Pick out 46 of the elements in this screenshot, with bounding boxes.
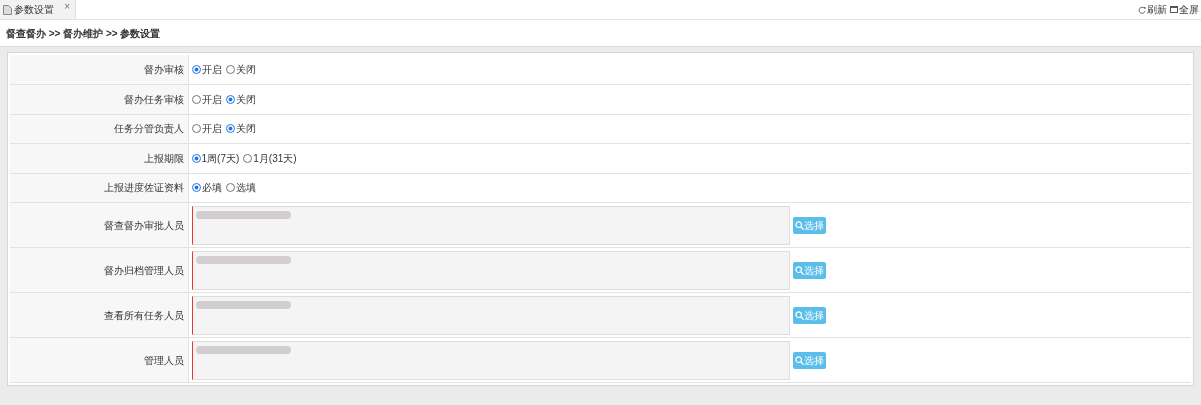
refresh-button[interactable]: 刷新 xyxy=(1138,2,1167,17)
field-label: 督办审核 xyxy=(143,64,184,75)
radio-button[interactable] xyxy=(191,65,201,74)
field-label: 督办任务审核 xyxy=(123,93,184,105)
tab[interactable]: 参数设置 × xyxy=(0,0,76,19)
radio-button[interactable] xyxy=(225,94,235,104)
radio-button[interactable] xyxy=(225,65,235,74)
radio-option[interactable]: 开启 xyxy=(191,62,222,77)
search-icon xyxy=(794,355,804,365)
radio-button[interactable] xyxy=(225,183,235,193)
field-label: 任务分管负责人 xyxy=(113,123,184,135)
fullscreen-button[interactable]: 全屏 xyxy=(1170,2,1199,17)
document-icon xyxy=(3,4,12,15)
field-label: 查看所有任务人员 xyxy=(103,309,184,321)
close-button[interactable]: × xyxy=(64,0,70,14)
text-area[interactable] xyxy=(191,250,790,290)
field-label: 督办归档管理人员 xyxy=(103,264,184,276)
window-icon xyxy=(1170,6,1178,13)
radio-button[interactable] xyxy=(191,124,201,134)
radio-option[interactable]: 1周(7天) xyxy=(191,150,240,166)
radio-button[interactable] xyxy=(191,153,201,163)
radio-option[interactable]: 关闭 xyxy=(225,62,256,77)
radio-button[interactable] xyxy=(225,124,235,134)
radio-button[interactable] xyxy=(243,153,253,163)
text-area[interactable] xyxy=(191,205,790,245)
search-icon xyxy=(794,265,804,275)
radio-option[interactable]: 关闭 xyxy=(225,121,256,137)
field-label: 督查督办审批人员 xyxy=(103,219,184,231)
text-area[interactable] xyxy=(191,295,790,335)
field-label: 管理人员 xyxy=(143,354,184,366)
field-label: 上报期限 xyxy=(143,152,184,164)
tab-title: 参数设置 xyxy=(14,3,54,17)
text-area[interactable] xyxy=(191,340,790,380)
radio-option[interactable]: 必填 xyxy=(191,180,222,196)
radio-option[interactable]: 选填 xyxy=(225,180,256,196)
radio-option[interactable]: 1月(31天) xyxy=(243,150,297,166)
search-icon xyxy=(794,220,804,230)
radio-option[interactable]: 开启 xyxy=(191,91,222,107)
refresh-icon xyxy=(1138,5,1146,14)
radio-option[interactable]: 开启 xyxy=(191,121,222,137)
radio-button[interactable] xyxy=(191,94,201,104)
field-label: 上报进度佐证资料 xyxy=(103,182,184,194)
search-icon xyxy=(794,310,804,320)
radio-option[interactable]: 关闭 xyxy=(225,91,256,107)
breadcrumb: 督查督办 >> 督办维护 >> 参数设置 xyxy=(6,26,161,41)
radio-button[interactable] xyxy=(191,183,201,193)
